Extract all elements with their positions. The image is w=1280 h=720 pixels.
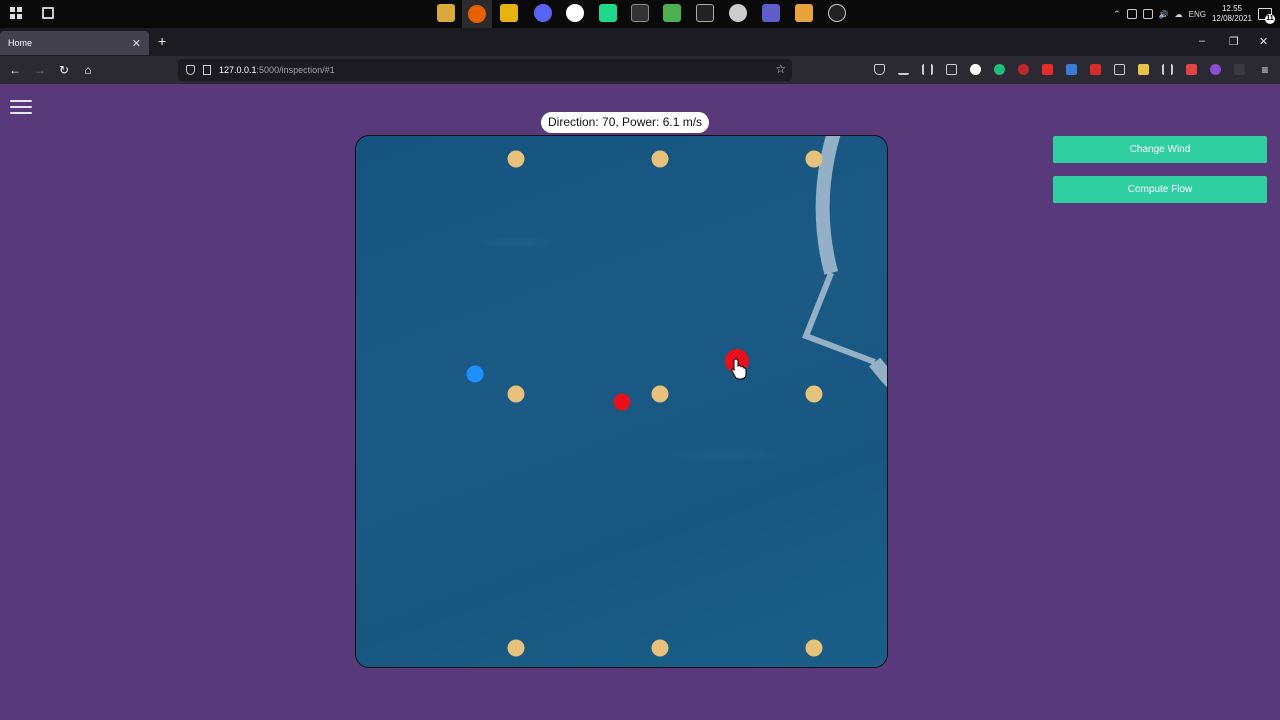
menu-icon[interactable]: ≡ [1257,62,1273,78]
turbine-icon[interactable] [805,385,823,403]
home-icon[interactable]: ⌂ [80,62,96,78]
new-tab-button[interactable]: + [158,33,166,49]
notification-count: 11 [1265,14,1275,24]
extension-adblock-icon[interactable] [1090,64,1101,75]
target-marker-icon[interactable] [613,393,631,411]
wind-sector-wedge [802,271,876,365]
back-arrow-icon[interactable]: ← [7,62,23,78]
terminal-icon[interactable] [631,4,649,22]
inspection-field[interactable] [355,135,888,668]
url-host: 127.0.0.1 [219,65,257,75]
extension-purple-icon[interactable] [1210,64,1221,75]
page-info-icon[interactable] [203,65,211,75]
extension-columns-icon[interactable] [1162,64,1173,75]
close-window-button[interactable]: ✕ [1259,35,1268,48]
restore-button[interactable]: ❐ [1229,35,1239,48]
volume-icon[interactable]: 🔊 [1159,10,1169,19]
firefox-taskbar-icon[interactable] [462,0,492,28]
extension-youtube-icon[interactable] [1042,64,1053,75]
change-wind-button[interactable]: Change Wind [1053,136,1267,163]
notification-icon[interactable]: 11 [1258,8,1275,24]
turbine-icon[interactable] [651,385,669,403]
turbine-icon[interactable] [805,150,823,168]
clock-time: 12.55 [1221,4,1242,13]
teams-icon[interactable] [762,4,780,22]
downloads-icon[interactable] [898,64,909,75]
microphone-icon[interactable] [1126,9,1137,19]
sidebar-icon[interactable] [946,64,957,75]
display-icon[interactable] [1142,9,1153,19]
bookmark-star-icon[interactable]: ☆ [775,62,786,76]
forward-arrow-icon[interactable]: → [32,62,48,78]
hamburger-menu-icon[interactable] [10,100,32,116]
turbine-icon[interactable] [507,385,525,403]
git-icon[interactable] [795,4,813,22]
clock-date: 12/08/2021 [1211,14,1252,23]
sticky-notes-icon[interactable] [500,4,518,22]
site-boundary [815,136,887,388]
drone-marker-icon[interactable] [466,365,484,383]
pocket-icon[interactable] [874,64,885,75]
reload-icon[interactable]: ↻ [56,62,72,78]
minimize-button[interactable]: – [1199,35,1205,47]
wind-status-label: Direction: 70, Power: 6.1 m/s [541,112,710,133]
turbine-icon[interactable] [651,150,669,168]
turbine-icon[interactable] [507,150,525,168]
extension-dim-icon[interactable] [1234,64,1245,75]
os-taskbar: ⌃ 🔊 ☁ ENG 12.55 12/08/2021 11 [0,0,1280,28]
file-explorer-icon[interactable] [437,4,455,22]
obs-icon[interactable] [828,4,846,22]
language-indicator[interactable]: ENG [1189,10,1206,19]
clock[interactable]: 12.55 12/08/2021 [1212,4,1252,24]
extensions-puzzle-icon[interactable] [1114,64,1125,75]
discord-icon[interactable] [534,4,552,22]
task-view-icon[interactable] [42,7,54,19]
pycharm-icon[interactable] [599,4,617,22]
notepad-icon[interactable] [663,4,681,22]
url-path: :5000/inspection/#1 [256,65,335,75]
extension-note-icon[interactable] [1138,64,1149,75]
tab-title: Home [8,38,33,48]
extension-ublock-icon[interactable] [1018,64,1029,75]
field-canvas[interactable] [356,136,888,668]
turbine-icon[interactable] [805,639,823,657]
cloud-icon[interactable]: ☁ [1175,10,1183,19]
tracking-shield-icon[interactable] [186,65,195,75]
extension-shield-icon[interactable] [1066,64,1077,75]
extension-grammarly-icon[interactable] [994,64,1005,75]
compute-flow-button[interactable]: Compute Flow [1053,176,1267,203]
url-bar[interactable]: 127.0.0.1:5000/inspection/#1 ☆ [178,59,792,81]
browser-tabbar: Home ✕ + – ❐ ✕ [0,28,1280,56]
library-icon[interactable] [922,64,933,75]
system-tray: ⌃ 🔊 ☁ ENG 12.55 12/08/2021 11 [1113,0,1280,28]
turbine-icon[interactable] [507,639,525,657]
windows-start-icon[interactable] [10,7,22,19]
extension-tiktok-icon[interactable] [970,64,981,75]
turbine-icon[interactable] [651,639,669,657]
steam-icon[interactable] [729,4,747,22]
tab-home[interactable]: Home ✕ [0,31,149,55]
tab-close-icon[interactable]: ✕ [132,37,141,50]
epic-games-icon[interactable] [696,4,714,22]
slack-icon[interactable] [566,4,584,22]
browser-navbar: ← → ↻ ⌂ 127.0.0.1:5000/inspection/#1 ☆ ≡ [0,56,1280,84]
chevron-up-icon[interactable]: ⌃ [1113,9,1121,20]
extension-red-icon[interactable] [1186,64,1197,75]
